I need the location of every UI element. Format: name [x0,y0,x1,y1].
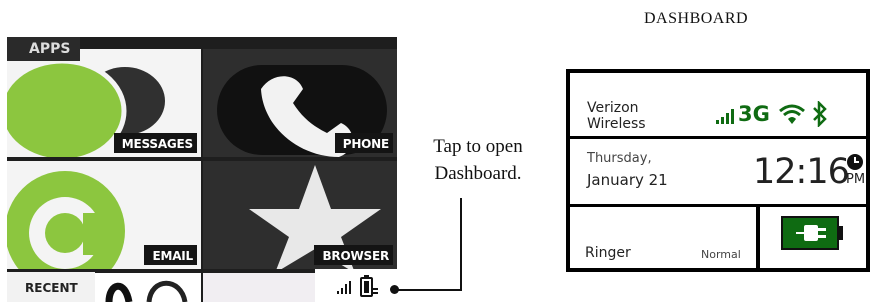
battery-charging-icon [781,216,843,250]
callout-connector-horizontal [396,289,462,291]
ringer-control[interactable]: Ringer Normal [570,207,756,268]
callout-instruction: Tap to open Dashboard. [404,133,552,187]
dashboard-datetime-row[interactable]: Thursday, January 21 12:16 PM [570,139,866,204]
recent-tag[interactable]: RECENT [7,272,95,302]
recent-app-preview-graphic [105,280,188,302]
ringer-label: Ringer [585,245,631,261]
tile-email[interactable]: EMAIL [7,161,201,269]
signal-strength-icon [716,109,734,124]
carrier-line-2: Wireless [587,116,646,132]
ringer-state: Normal [701,248,741,261]
bluetooth-icon [813,101,827,127]
callout-line-2: Dashboard. [434,163,522,184]
clock-ampm: PM [846,172,866,187]
weekday-label: Thursday, [587,151,652,166]
recent-app-preview[interactable] [95,273,201,302]
tile-messages[interactable]: MESSAGES [7,49,201,157]
tile-phone[interactable]: PHONE [203,49,397,157]
messages-label: MESSAGES [113,133,197,153]
battery-icon [360,275,378,297]
dashboard-heading: DASHBOARD [644,10,749,27]
recent-app-preview-2[interactable] [203,273,315,302]
dashboard-connectivity-row[interactable]: Verizon Wireless 3G [570,73,866,136]
wifi-icon [779,104,805,124]
callout-connector-vertical [460,198,462,291]
carrier-line-1: Verizon [587,100,639,116]
status-icons-graphic [337,275,378,297]
date-label: January 21 [587,171,668,189]
phone-label: PHONE [334,133,393,153]
tile-browser[interactable]: BROWSER [203,161,397,269]
dashboard-panel: Verizon Wireless 3G Thursday, January 21… [566,69,870,272]
callout-line-1: Tap to open [433,136,523,157]
network-type: 3G [738,102,770,126]
callout-pointer-dot [390,285,399,294]
battery-status[interactable] [760,207,866,268]
email-label: EMAIL [144,245,197,265]
signal-icon [337,281,351,294]
carrier-name: Verizon Wireless [587,100,646,132]
apps-tag: APPS [7,37,81,61]
clock-time: 12:16 [753,152,850,192]
browser-label: BROWSER [314,245,393,265]
status-bar-notification-area[interactable] [315,269,397,302]
app-launcher-grid: MESSAGES PHONE EMAIL BROWSER APPS RECENT [7,37,397,302]
alarm-clock-icon [847,154,863,170]
